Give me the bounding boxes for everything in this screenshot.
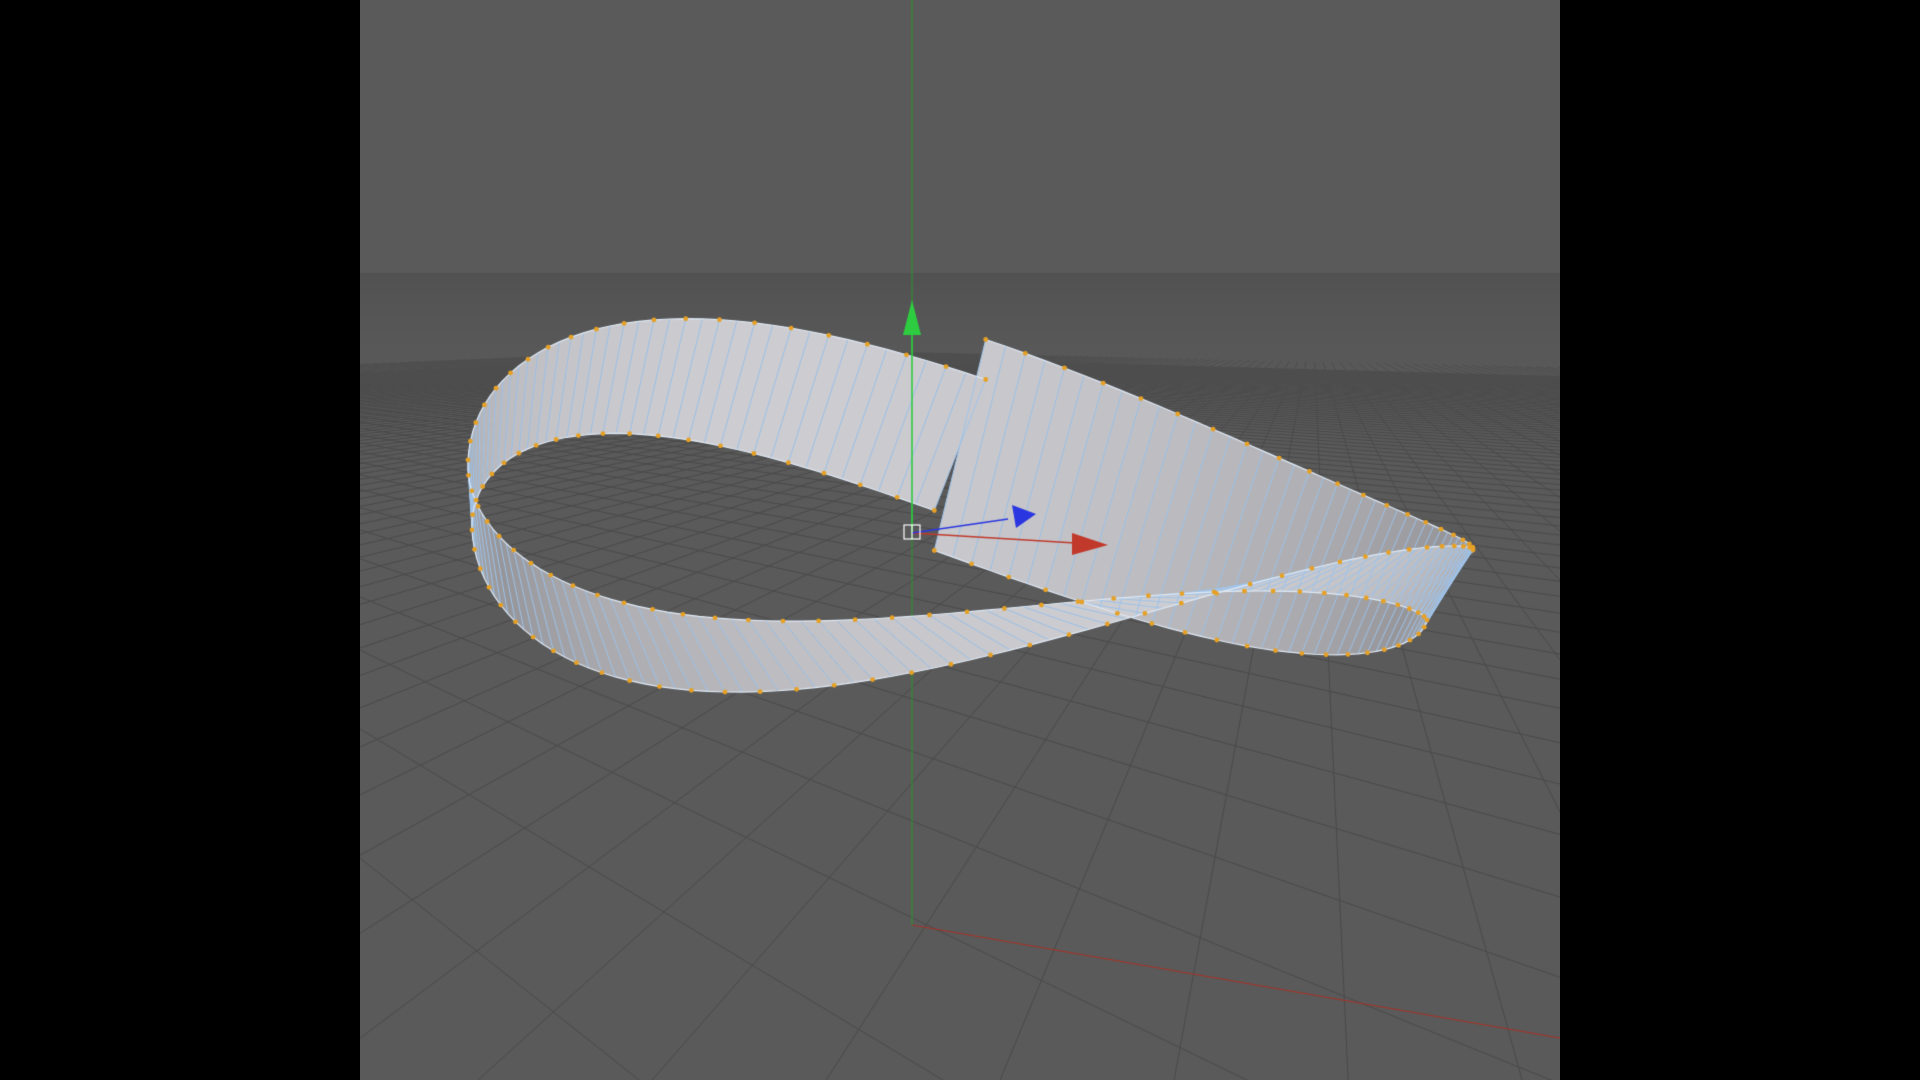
letterbox-left bbox=[0, 0, 360, 1080]
3d-viewport[interactable] bbox=[0, 0, 1920, 1080]
letterbox-right bbox=[1560, 0, 1920, 1080]
